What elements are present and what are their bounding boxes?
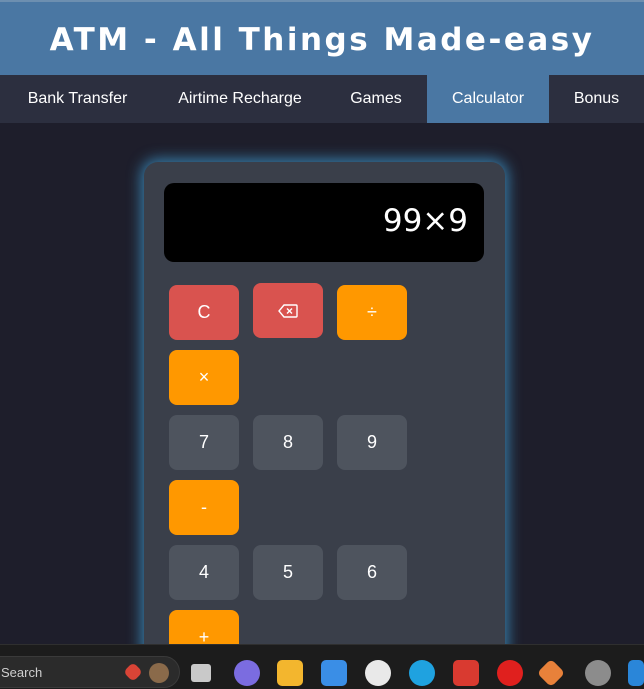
- digit-4-button[interactable]: 4: [169, 545, 239, 600]
- nav-item-calculator[interactable]: Calculator: [427, 75, 549, 123]
- nav-item-bank-transfer[interactable]: Bank Transfer: [0, 75, 155, 123]
- calculator-display: 99×9: [164, 183, 484, 262]
- digit-8-button[interactable]: 8: [253, 415, 323, 470]
- taskbar-search-label: Search: [1, 665, 43, 680]
- nav-item-bonus[interactable]: Bonus: [549, 75, 644, 123]
- task-view-icon[interactable]: [191, 664, 211, 682]
- calculator-panel: 99×9 C ÷ × 7 8 9 - 4 5 6 +: [144, 162, 505, 665]
- main-nav: Bank Transfer Airtime Recharge Games Cal…: [0, 75, 644, 123]
- nav-item-games[interactable]: Games: [325, 75, 427, 123]
- divide-button[interactable]: ÷: [337, 285, 407, 340]
- file-explorer-icon[interactable]: [277, 660, 303, 686]
- multiply-button[interactable]: ×: [169, 350, 239, 405]
- opera-icon[interactable]: [497, 660, 523, 686]
- digit-5-button[interactable]: 5: [253, 545, 323, 600]
- settings-icon[interactable]: [585, 660, 611, 686]
- avatar-icon[interactable]: [149, 663, 169, 683]
- digit-7-button[interactable]: 7: [169, 415, 239, 470]
- vscode-icon[interactable]: [628, 660, 644, 686]
- whatsapp-icon[interactable]: [365, 660, 391, 686]
- git-icon[interactable]: [536, 658, 566, 688]
- backspace-icon: [278, 304, 298, 318]
- app-title: ATM - All Things Made-easy: [49, 22, 595, 58]
- minus-button[interactable]: -: [169, 480, 239, 535]
- clear-button[interactable]: C: [169, 285, 239, 340]
- backspace-button[interactable]: [253, 283, 323, 338]
- digit-6-button[interactable]: 6: [337, 545, 407, 600]
- app-header: ATM - All Things Made-easy: [0, 0, 644, 75]
- teams-icon[interactable]: [234, 660, 260, 686]
- store-icon[interactable]: [321, 660, 347, 686]
- nav-item-airtime-recharge[interactable]: Airtime Recharge: [155, 75, 325, 123]
- gmail-icon[interactable]: [453, 660, 479, 686]
- os-taskbar: Search: [0, 644, 644, 689]
- edge-icon[interactable]: [409, 660, 435, 686]
- digit-9-button[interactable]: 9: [337, 415, 407, 470]
